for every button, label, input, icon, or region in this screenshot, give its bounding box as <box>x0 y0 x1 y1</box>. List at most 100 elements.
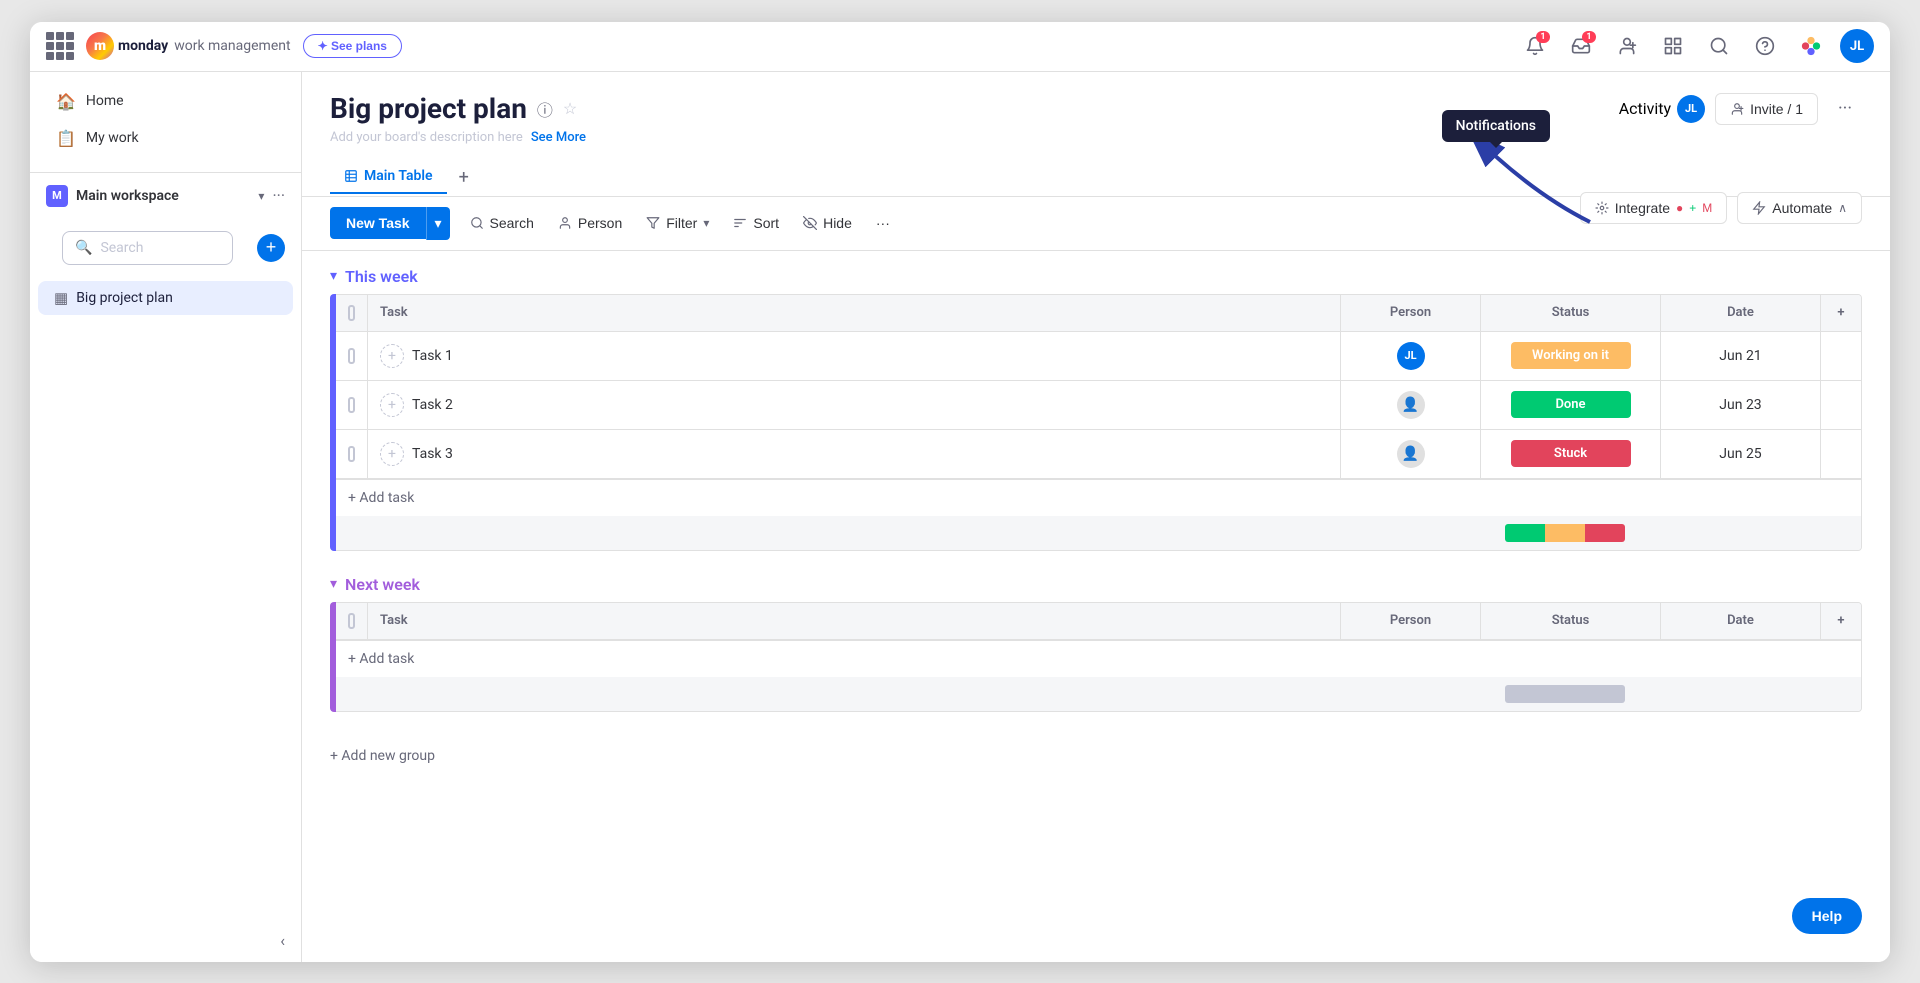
td-checkbox-2[interactable] <box>336 381 368 429</box>
row-checkbox-2[interactable] <box>348 397 355 413</box>
td-person-3[interactable]: 👤 <box>1341 430 1481 478</box>
automate-button[interactable]: Automate ∧ <box>1737 192 1862 224</box>
board-icon: ▦ <box>54 289 68 307</box>
td-task-1[interactable]: + Task 1 <box>368 332 1341 380</box>
filter-label: Filter <box>666 215 697 231</box>
workspace-name: Main workspace <box>76 188 250 204</box>
table-row: + Task 3 👤 Stuck Jun 25 <box>336 430 1861 479</box>
group-collapse-button-next-week[interactable]: ▾ <box>330 576 337 592</box>
add-task-this-week[interactable]: + Add task <box>336 479 1861 516</box>
tab-main-table[interactable]: Main Table <box>330 160 447 194</box>
td-person-1[interactable]: JL <box>1341 332 1481 380</box>
td-status-3[interactable]: Stuck <box>1481 430 1661 478</box>
notifications-button[interactable]: 1 <box>1518 29 1552 63</box>
sidebar-item-home[interactable]: 🏠 Home <box>46 84 285 119</box>
sort-button[interactable]: Sort <box>721 208 791 238</box>
board-star-icon[interactable]: ☆ <box>563 99 577 118</box>
sidebar-search-placeholder: Search <box>100 240 143 256</box>
apps-button[interactable] <box>1656 29 1690 63</box>
more-actions-button[interactable]: ··· <box>864 208 902 238</box>
board-title: Big project plan <box>330 92 527 125</box>
sidebar-collapse-button[interactable]: ‹ <box>280 931 285 950</box>
group-title-this-week[interactable]: This week <box>345 267 418 286</box>
global-search-button[interactable] <box>1702 29 1736 63</box>
board-info-icon[interactable]: ⓘ <box>537 97 553 121</box>
td-date-1[interactable]: Jun 21 <box>1661 332 1821 380</box>
add-person-icon-2[interactable]: + <box>380 393 404 417</box>
filter-icon <box>646 216 660 230</box>
header-checkbox[interactable] <box>348 305 355 321</box>
td-task-3[interactable]: + Task 3 <box>368 430 1341 478</box>
board-desc-text: Add your board's description here <box>330 130 523 145</box>
sidebar-item-bigproject[interactable]: ▦ Big project plan <box>38 281 293 315</box>
user-avatar-button[interactable]: JL <box>1840 29 1874 63</box>
td-person-2[interactable]: 👤 <box>1341 381 1481 429</box>
row-checkbox-3[interactable] <box>348 446 355 462</box>
th-checkbox-nw <box>336 603 368 639</box>
brand: m monday work management <box>86 32 291 60</box>
td-extra-2 <box>1821 381 1861 429</box>
add-new-group-button[interactable]: + Add new group <box>330 736 1862 776</box>
th-task-nw: Task <box>368 603 1341 639</box>
apps-grid-icon[interactable] <box>46 32 74 60</box>
group-next-week: ▾ Next week Task Person <box>330 575 1862 712</box>
board-more-button[interactable]: ··· <box>1828 92 1862 126</box>
add-person-icon-1[interactable]: + <box>380 344 404 368</box>
help-button-floating[interactable]: Help <box>1792 898 1862 934</box>
new-task-dropdown-button[interactable]: ▾ <box>426 207 450 240</box>
color-picker-button[interactable] <box>1794 29 1828 63</box>
hide-label: Hide <box>823 215 852 231</box>
td-date-2[interactable]: Jun 23 <box>1661 381 1821 429</box>
new-task-button[interactable]: New Task <box>330 207 426 239</box>
sidebar-search-icon: 🔍 <box>75 240 92 256</box>
th-add-col[interactable]: + <box>1821 295 1861 331</box>
workspace-more-button[interactable]: ··· <box>272 186 285 205</box>
person-avatar-empty-2: 👤 <box>1397 391 1425 419</box>
activity-label: Activity <box>1619 99 1671 118</box>
sidebar-search-input[interactable]: 🔍 Search <box>62 231 233 265</box>
invite-button[interactable]: Invite / 1 <box>1715 93 1818 125</box>
tab-add-button[interactable]: + <box>451 159 477 196</box>
person-icon <box>558 216 572 230</box>
automate-label: Automate <box>1772 200 1832 216</box>
td-date-3[interactable]: Jun 25 <box>1661 430 1821 478</box>
status-badge-1: Working on it <box>1511 342 1631 369</box>
add-person-icon-3[interactable]: + <box>380 442 404 466</box>
integrate-button[interactable]: Integrate ● + M <box>1580 192 1728 224</box>
td-status-1[interactable]: Working on it <box>1481 332 1661 380</box>
td-task-2[interactable]: + Task 2 <box>368 381 1341 429</box>
group-this-week: ▾ This week Task <box>330 267 1862 551</box>
add-task-next-week[interactable]: + Add task <box>336 640 1861 677</box>
row-checkbox-1[interactable] <box>348 348 355 364</box>
summary-bar-green <box>1505 524 1545 542</box>
hide-button[interactable]: Hide <box>791 208 864 238</box>
td-status-2[interactable]: Done <box>1481 381 1661 429</box>
date-3: Jun 25 <box>1719 446 1761 462</box>
table-header-this-week: Task Person Status Date + <box>336 295 1861 332</box>
task-name-2: Task 2 <box>412 397 453 413</box>
invite-people-button[interactable] <box>1610 29 1644 63</box>
header-checkbox-nw[interactable] <box>348 613 355 629</box>
activity-button[interactable]: Activity JL <box>1619 95 1705 123</box>
search-button[interactable]: Search <box>458 208 546 238</box>
td-checkbox-3[interactable] <box>336 430 368 478</box>
inbox-button[interactable]: 1 <box>1564 29 1598 63</box>
th-person: Person <box>1341 295 1481 331</box>
sidebar-item-mywork[interactable]: 📋 My work <box>46 121 285 156</box>
person-button[interactable]: Person <box>546 208 634 238</box>
td-extra-1 <box>1821 332 1861 380</box>
see-more-link[interactable]: See More <box>531 130 586 145</box>
person-label: Person <box>578 215 622 231</box>
workspace-section[interactable]: M Main workspace ▾ ··· <box>30 177 301 215</box>
th-add-col-nw[interactable]: + <box>1821 603 1861 639</box>
see-plans-button[interactable]: ✦ See plans <box>303 34 402 58</box>
inbox-badge: 1 <box>1582 31 1596 43</box>
help-button[interactable] <box>1748 29 1782 63</box>
group-collapse-button-this-week[interactable]: ▾ <box>330 268 337 284</box>
td-checkbox-1[interactable] <box>336 332 368 380</box>
filter-button[interactable]: Filter ▾ <box>634 208 721 238</box>
table-header-next-week: Task Person Status Date + <box>336 603 1861 640</box>
add-task-label-this-week: + Add task <box>348 490 414 506</box>
group-title-next-week[interactable]: Next week <box>345 575 420 594</box>
sidebar-add-button[interactable]: + <box>257 234 285 262</box>
